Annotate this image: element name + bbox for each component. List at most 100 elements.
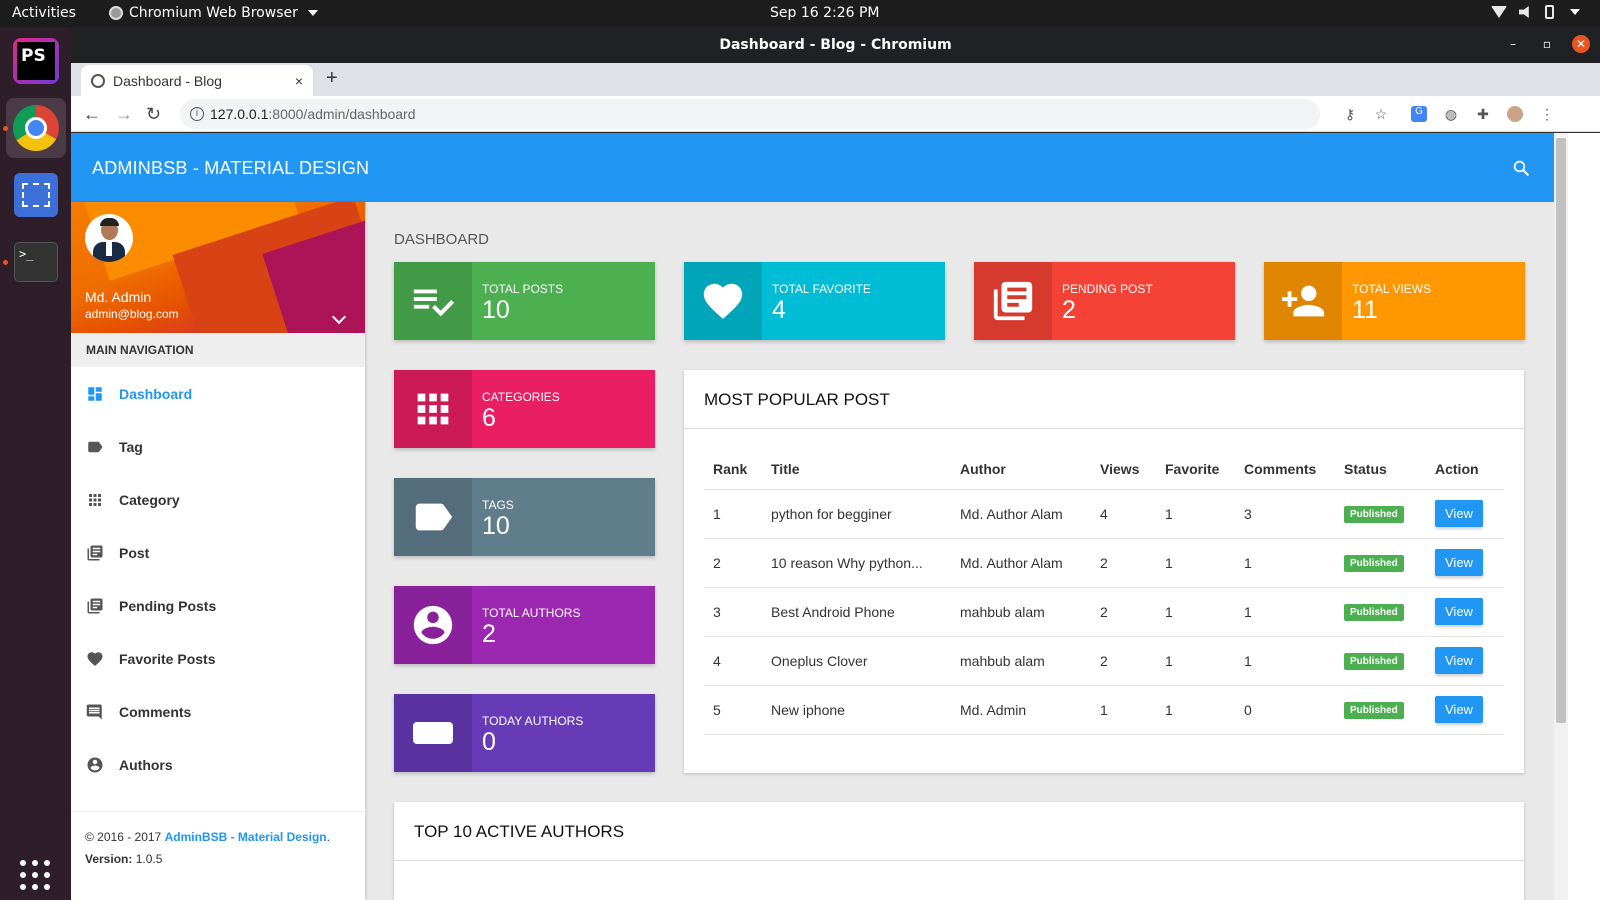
forward-icon[interactable]: → [115,104,133,125]
info-box-label: TODAY AUTHORS [482,714,584,728]
clock[interactable]: Sep 16 2:26 PM [770,5,880,21]
view-button[interactable]: View [1435,598,1483,625]
cell-title: Best Android Phone [762,587,951,637]
bookmark-star-icon[interactable]: ☆ [1373,106,1389,122]
cell-author: mahbub alam [951,636,1091,686]
phpstorm-launcher[interactable]: PS [6,31,66,91]
person-add-icon [1264,262,1342,340]
info-box-number: 2 [1062,296,1076,324]
tab-strip: Dashboard - Blog × + [71,63,1600,96]
translate-icon[interactable]: G [1411,106,1427,122]
cell-views: 4 [1091,489,1156,539]
table-row: 3 Best Android Phone mahbub alam 2 1 1 Publish… [704,587,1504,637]
tab-dashboard[interactable]: Dashboard - Blog × [81,65,313,96]
heart-icon [86,650,104,668]
maximize-button[interactable]: ▫ [1538,35,1556,53]
phpstorm-icon: PS [13,38,59,84]
reload-icon[interactable]: ↻ [146,104,161,125]
new-tab-button[interactable]: + [326,67,338,90]
back-icon[interactable]: ← [83,104,101,125]
column-header-action: Action [1426,449,1504,490]
cell-favorite: 1 [1156,538,1235,588]
address-bar[interactable]: i 127.0.0.1:8000/admin/dashboard [180,99,1320,129]
top-authors-card: TOP 10 ACTIVE AUTHORS [394,802,1524,900]
sidebar-item-tag[interactable]: Tag [71,420,365,473]
heart-icon [684,262,762,340]
info-box-number: 2 [482,620,496,648]
tab-close-icon[interactable]: × [295,73,303,89]
comment-icon [86,703,104,721]
sidebar-item-favorite-posts[interactable]: Favorite Posts [71,632,365,685]
view-button[interactable]: View [1435,549,1483,576]
view-button[interactable]: View [1435,500,1483,527]
sidebar-item-category[interactable]: Category [71,473,365,526]
sidebar-item-dashboard[interactable]: Dashboard [71,367,365,420]
chromium-icon [13,105,59,151]
site-info-icon[interactable]: i [190,107,204,121]
sidebar-item-label: Dashboard [119,385,193,402]
chromium-launcher[interactable] [6,98,66,158]
screenshot-launcher[interactable] [6,165,66,225]
cell-favorite: 1 [1156,489,1235,539]
cell-rank: 3 [704,587,762,637]
sidebar-item-label: Tag [119,438,143,455]
extensions-puzzle-icon[interactable]: ✚ [1475,106,1491,122]
sidebar-item-comments[interactable]: Comments [71,685,365,738]
view-button[interactable]: View [1435,696,1483,723]
info-box-total-views: TOTAL VIEWS 11 [1264,262,1525,340]
screenshot-icon [14,173,58,217]
cell-comments: 1 [1235,636,1335,686]
footer-link[interactable]: AdminBSB - Material Design [165,830,327,844]
sidebar-item-post[interactable]: Post [71,526,365,579]
sidebar-item-pending-posts[interactable]: Pending Posts [71,579,365,632]
minimize-button[interactable]: – [1504,35,1522,53]
app-grid-icon[interactable] [20,860,50,890]
browser-title-bar: Dashboard - Blog - Chromium – ▫ ✕ [71,27,1600,63]
profile-avatar-icon[interactable] [1507,106,1523,122]
screen: { "system_bar": { "activities": "Activit… [0,0,1600,900]
popular-posts-table: Rank Title Author Views Favorite Comments Stat… [704,449,1504,735]
cell-favorite: 1 [1156,636,1235,686]
caret-down-icon [307,10,318,16]
info-box-total-authors: TOTAL AUTHORS 2 [394,586,655,664]
library-books-icon [974,262,1052,340]
info-box-number: 4 [772,296,786,324]
scrollbar-thumb[interactable] [1556,138,1566,723]
key-icon[interactable]: ⚷ [1342,106,1358,122]
system-tray[interactable] [1491,5,1580,19]
column-header-comments: Comments [1235,449,1335,490]
close-window-button[interactable]: ✕ [1572,35,1590,53]
web-page: ADMINBSB - MATERIAL DESIGN Md. Admin adm… [71,133,1554,900]
fiber-new-icon: NEW [394,694,472,772]
page-scrollbar[interactable] [1554,133,1568,900]
user-name: Md. Admin [85,289,152,305]
table-header-row: Rank Title Author Views Favorite Comments Stat… [704,449,1504,490]
status-badge: Published [1344,555,1404,572]
info-box-label: TAGS [482,498,514,512]
column-header-status: Status [1335,449,1426,490]
cell-views: 2 [1091,538,1156,588]
app-menu[interactable]: Chromium Web Browser [109,5,318,21]
status-badge: Published [1344,653,1404,670]
cell-title: New iphone [762,685,951,735]
sidebar-item-authors[interactable]: Authors [71,738,365,791]
search-icon[interactable] [1512,159,1530,177]
apps-icon [394,370,472,448]
table-row: 4 Oneplus Clover mahbub alam 2 1 1 Published Vi… [704,636,1504,686]
status-badge: Published [1344,604,1404,621]
info-box-number: 10 [482,512,510,540]
nav-header: MAIN NAVIGATION [71,333,365,367]
url-host: 127.0.0.1 [210,106,269,122]
running-indicator [3,260,8,265]
cell-comments: 1 [1235,587,1335,637]
caret-down-icon [1570,9,1580,15]
account-circle-icon [394,586,472,664]
brand-link[interactable]: ADMINBSB - MATERIAL DESIGN [92,158,369,179]
sidebar-item-label: Post [119,544,150,561]
more-menu-icon[interactable]: ⋮ [1539,106,1555,122]
cell-title: python for begginer [762,489,951,539]
view-button[interactable]: View [1435,647,1483,674]
terminal-launcher[interactable]: >_ [6,232,66,292]
activities-button[interactable]: Activities [12,5,76,21]
globe-extension-icon[interactable]: ◍ [1443,106,1459,122]
